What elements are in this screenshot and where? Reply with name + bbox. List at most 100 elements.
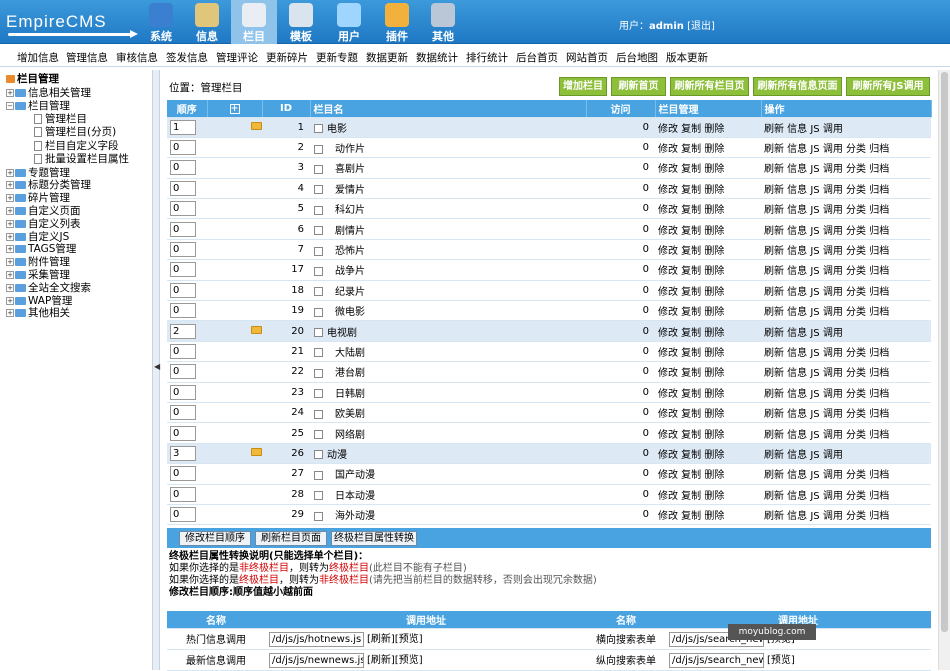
- category-name-link[interactable]: 电影: [327, 124, 347, 135]
- order-input[interactable]: [170, 486, 196, 502]
- order-input[interactable]: [170, 262, 196, 278]
- order-input[interactable]: [170, 180, 196, 196]
- manage-links[interactable]: 修改 复制 删除: [655, 341, 761, 363]
- js-actions[interactable]: [预览]: [767, 655, 795, 666]
- js-url-input[interactable]: [269, 653, 364, 668]
- menu-item[interactable]: 排行统计: [466, 50, 508, 65]
- operation-links[interactable]: 刷新 信息 JS 调用 分类 归档: [761, 239, 931, 261]
- tree-leaf[interactable]: 栏目自定义字段: [34, 140, 119, 153]
- tree-leaf[interactable]: 管理栏目: [34, 113, 87, 126]
- row-checkbox[interactable]: [314, 348, 323, 358]
- category-name-link[interactable]: 网络剧: [335, 430, 365, 441]
- order-input[interactable]: [170, 242, 196, 258]
- action-button[interactable]: 增加栏目: [559, 77, 607, 96]
- operation-links[interactable]: 刷新 信息 JS 调用 分类 归档: [761, 157, 931, 179]
- category-name-link[interactable]: 战争片: [335, 266, 365, 277]
- category-name-link[interactable]: 恐怖片: [335, 246, 365, 257]
- category-name-link[interactable]: 大陆剧: [335, 348, 365, 359]
- manage-links[interactable]: 修改 复制 删除: [655, 157, 761, 179]
- js-actions[interactable]: [刷新][预览]: [367, 634, 423, 645]
- order-input[interactable]: [170, 221, 196, 237]
- order-input[interactable]: [170, 466, 196, 482]
- row-checkbox[interactable]: [314, 470, 323, 480]
- row-checkbox[interactable]: [314, 430, 323, 440]
- operation-links[interactable]: 刷新 信息 JS 调用 分类 归档: [761, 463, 931, 485]
- category-name-link[interactable]: 微电影: [335, 307, 365, 318]
- row-checkbox[interactable]: [314, 389, 323, 399]
- category-name-link[interactable]: 纪录片: [335, 287, 365, 298]
- nav-user[interactable]: 用户: [326, 0, 372, 44]
- operation-links[interactable]: 刷新 信息 JS 调用 分类 归档: [761, 280, 931, 302]
- operation-links[interactable]: 刷新 信息 JS 调用: [761, 117, 931, 138]
- tree-node[interactable]: + WAP管理: [6, 295, 72, 308]
- order-input[interactable]: [170, 364, 196, 380]
- plus-icon[interactable]: +: [6, 283, 14, 292]
- collapse-arrow-icon[interactable]: ◀: [154, 362, 160, 371]
- manage-links[interactable]: 修改 复制 删除: [655, 463, 761, 485]
- footer-button[interactable]: 终极栏目属性转换: [331, 531, 417, 546]
- plus-icon[interactable]: +: [6, 219, 14, 228]
- menu-item[interactable]: 审核信息: [116, 50, 158, 65]
- category-name-link[interactable]: 喜剧片: [335, 164, 365, 175]
- operation-links[interactable]: 刷新 信息 JS 调用 分类 归档: [761, 382, 931, 403]
- menu-item[interactable]: 管理信息: [66, 50, 108, 65]
- row-checkbox[interactable]: [314, 185, 323, 195]
- operation-links[interactable]: 刷新 信息 JS 调用 分类 归档: [761, 178, 931, 200]
- row-checkbox[interactable]: [314, 164, 323, 174]
- menu-item[interactable]: 数据统计: [416, 50, 458, 65]
- scrollbar-thumb[interactable]: [941, 72, 948, 632]
- nav-template[interactable]: 模板: [278, 0, 324, 44]
- plus-icon[interactable]: +: [6, 89, 14, 97]
- menu-item[interactable]: 增加信息: [17, 50, 59, 65]
- plus-icon[interactable]: +: [6, 168, 14, 177]
- row-checkbox[interactable]: [314, 491, 323, 501]
- operation-links[interactable]: 刷新 信息 JS 调用 分类 归档: [761, 341, 931, 363]
- operation-links[interactable]: 刷新 信息 JS 调用 分类 归档: [761, 402, 931, 424]
- row-checkbox[interactable]: [314, 287, 323, 297]
- manage-links[interactable]: 修改 复制 删除: [655, 361, 761, 383]
- js-url-input[interactable]: [669, 653, 764, 668]
- tree-node[interactable]: + 碎片管理: [6, 192, 70, 205]
- empirecms-logo[interactable]: EmpireCMS: [6, 6, 138, 38]
- operation-links[interactable]: 刷新 信息 JS 调用 分类 归档: [761, 504, 931, 526]
- manage-links[interactable]: 修改 复制 删除: [655, 280, 761, 302]
- tree-node[interactable]: + 自定义JS: [6, 231, 69, 244]
- plus-icon[interactable]: +: [6, 194, 14, 203]
- tree-node[interactable]: + 采集管理: [6, 269, 70, 282]
- category-name-link[interactable]: 港台剧: [335, 368, 365, 379]
- manage-links[interactable]: 修改 复制 删除: [655, 422, 761, 444]
- row-checkbox[interactable]: [314, 205, 323, 215]
- operation-links[interactable]: 刷新 信息 JS 调用 分类 归档: [761, 259, 931, 281]
- footer-button[interactable]: 修改栏目顺序: [179, 531, 251, 546]
- js-url-input[interactable]: [269, 632, 364, 647]
- tree-node[interactable]: + 专题管理: [6, 167, 70, 180]
- row-checkbox[interactable]: [314, 266, 323, 276]
- order-input[interactable]: [170, 507, 196, 523]
- expand-all-icon[interactable]: +: [229, 103, 240, 114]
- menu-item[interactable]: 后台地图: [616, 50, 658, 65]
- order-input[interactable]: [170, 343, 196, 359]
- operation-links[interactable]: 刷新 信息 JS 调用: [761, 443, 931, 465]
- nav-other[interactable]: 其他: [420, 0, 466, 44]
- plus-icon[interactable]: +: [6, 271, 14, 279]
- plus-icon[interactable]: +: [6, 245, 14, 254]
- order-input[interactable]: [170, 160, 196, 176]
- category-name-link[interactable]: 动漫: [327, 450, 347, 461]
- category-name-link[interactable]: 动作片: [335, 144, 365, 155]
- category-name-link[interactable]: 日韩剧: [335, 389, 365, 400]
- plus-icon[interactable]: +: [6, 309, 14, 318]
- operation-links[interactable]: 刷新 信息 JS 调用: [761, 320, 931, 342]
- js-actions[interactable]: [刷新][预览]: [367, 655, 423, 666]
- tree-root[interactable]: 栏目管理: [6, 73, 59, 86]
- category-name-link[interactable]: 爱情片: [335, 185, 365, 196]
- operation-links[interactable]: 刷新 信息 JS 调用 分类 归档: [761, 137, 931, 159]
- action-button[interactable]: 刷新所有信息页面: [753, 77, 842, 96]
- row-checkbox[interactable]: [314, 246, 323, 256]
- menu-item[interactable]: 更新碎片: [266, 50, 308, 65]
- column-header[interactable]: +: [207, 100, 263, 118]
- manage-links[interactable]: 修改 复制 删除: [655, 178, 761, 200]
- order-input[interactable]: [170, 282, 196, 298]
- manage-links[interactable]: 修改 复制 删除: [655, 239, 761, 261]
- plus-icon[interactable]: +: [6, 296, 14, 305]
- nav-plugin[interactable]: 插件: [374, 0, 420, 44]
